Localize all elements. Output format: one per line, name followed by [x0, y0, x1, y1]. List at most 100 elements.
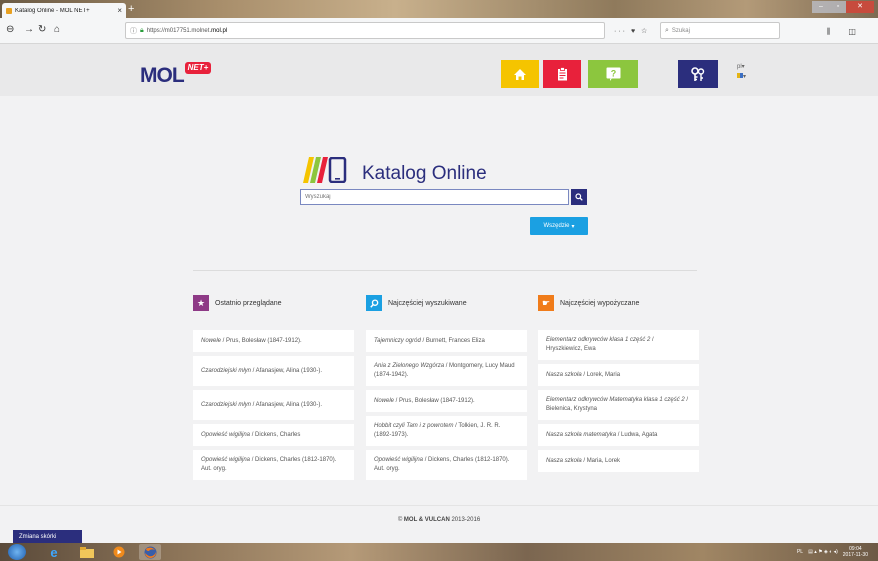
- home-button[interactable]: ⌂: [54, 23, 60, 37]
- book-author: / Burnett, Frances Eliza: [420, 337, 485, 344]
- book-title: Opowieść wigilijna: [201, 431, 251, 438]
- star-icon: ★: [193, 295, 209, 311]
- catalog-search-button[interactable]: [571, 189, 587, 205]
- chevron-down-icon: ▾: [743, 74, 747, 80]
- book-title: Opowieść wigilijna: [201, 457, 251, 463]
- home-tile-button[interactable]: [501, 60, 539, 88]
- catalog-logo-icon: [303, 157, 347, 183]
- list-item[interactable]: Tajemniczy ogród / Burnett, Frances Eliz…: [366, 330, 527, 352]
- browser-search-placeholder: Szukaj: [671, 27, 690, 34]
- column-heading-text: Ostatnio przeglądane: [215, 299, 282, 307]
- network-icon[interactable]: ▤ ▴ ⚑ ◈ ◐ ◂): [808, 549, 838, 555]
- list-item[interactable]: Nasza szkoła matematyka / Ludwa, Agata: [538, 424, 699, 446]
- tray-language[interactable]: PL: [797, 549, 803, 555]
- list-item[interactable]: Elementarz odkrywców klasa 1 część 2 / H…: [538, 330, 699, 360]
- footer-divider: [0, 505, 878, 506]
- start-button[interactable]: [8, 544, 26, 560]
- list-item[interactable]: Nowele / Prus, Bolesław (1847-1912).: [193, 330, 354, 352]
- maximize-button[interactable]: ▫: [830, 1, 846, 13]
- clock[interactable]: 09:04 2017-11-30: [843, 546, 868, 558]
- most-searched-heading: Najczęściej wyszukiwane: [366, 295, 467, 311]
- close-window-button[interactable]: ✕: [846, 1, 874, 13]
- windows-taskbar: e PL ▤ ▴ ⚑ ◈ ◐ ◂) 09:04 2017-11-30: [0, 543, 878, 561]
- favicon-icon: [6, 7, 12, 14]
- reload-button[interactable]: ↻: [38, 23, 46, 37]
- page-actions-icon[interactable]: ··· ♥ ☆: [614, 27, 649, 35]
- list-item[interactable]: Nasza szkoła / Lorek, Maria: [538, 364, 699, 386]
- keys-icon: [691, 66, 705, 81]
- site-header: [0, 44, 878, 96]
- home-icon: [514, 68, 526, 80]
- book-author: / Ludwa, Agata: [616, 431, 658, 438]
- list-item[interactable]: Nowele / Prus, Bolesław (1847-1912).: [366, 390, 527, 412]
- chevron-down-icon: ▾: [571, 223, 575, 230]
- forward-button[interactable]: →: [24, 23, 34, 37]
- column-heading-text: Najczęściej wyszukiwane: [388, 299, 467, 307]
- book-title: Ania z Zielonego Wzgórza: [374, 363, 445, 369]
- change-skin-button[interactable]: Zmiana skórki: [13, 530, 82, 544]
- list-item[interactable]: Ania z Zielonego Wzgórza / Montgomery, L…: [366, 356, 527, 386]
- browser-search-bar[interactable]: ⌕ Szukaj: [660, 22, 780, 39]
- book-title: Elementarz odkrywców klasa 1 część 2: [546, 337, 651, 343]
- help-icon: ?: [606, 67, 620, 81]
- logo-badge: NET+: [184, 62, 212, 74]
- clock-date: 2017-11-30: [842, 552, 868, 558]
- list-item[interactable]: Opowieść wigilijna / Dickens, Charles (1…: [366, 450, 527, 480]
- list-item[interactable]: Czarodziejski młyn / Afanasjew, Alina (1…: [193, 356, 354, 386]
- language-selector[interactable]: pl▾ ▾: [737, 62, 746, 82]
- book-author: / Prus, Bolesław (1847-1912).: [394, 397, 475, 404]
- tab-close-icon[interactable]: ×: [117, 6, 122, 15]
- help-tile-button[interactable]: ?: [588, 60, 638, 88]
- logo-text: MOL: [140, 64, 185, 87]
- book-title: Nasza szkoła matematyka: [546, 431, 617, 438]
- file-explorer-icon[interactable]: [76, 544, 98, 560]
- mol-logo[interactable]: MOL NET+: [140, 62, 212, 88]
- lock-icon: 🔒︎: [140, 26, 144, 34]
- clipboard-tile-button[interactable]: [543, 60, 581, 88]
- minimize-button[interactable]: –: [812, 1, 830, 13]
- list-item[interactable]: Elementarz odkrywców Matematyka klasa 1 …: [538, 390, 699, 420]
- search-scope-dropdown[interactable]: Wszędzie ▾: [530, 217, 588, 235]
- book-author: / Afanasjew, Alina (1930-).: [251, 367, 323, 374]
- browser-titlebar: Katalog Online - MOL NET+ × + – ▫ ✕: [0, 0, 878, 18]
- copyright: © MOL & VULCAN 2013-2016: [0, 517, 878, 523]
- login-tile-button[interactable]: [678, 60, 718, 88]
- browser-navbar: ⊖ → ↻ ⌂ ⓘ 🔒︎ https://m017751.molnet.mol.…: [0, 18, 878, 44]
- new-tab-button[interactable]: +: [128, 3, 134, 15]
- recently-viewed-heading: ★ Ostatnio przeglądane: [193, 295, 282, 311]
- back-button[interactable]: ⊖: [6, 23, 14, 37]
- list-item[interactable]: Nasza szkoła / Maria, Lorek: [538, 450, 699, 472]
- list-item[interactable]: Opowieść wigilijna / Dickens, Charles (1…: [193, 450, 354, 480]
- url-bar[interactable]: ⓘ 🔒︎ https://m017751.molnet.mol.pl: [125, 22, 605, 39]
- clipboard-icon: [557, 67, 567, 81]
- recently-viewed-list: Nowele / Prus, Bolesław (1847-1912). Cza…: [193, 330, 354, 480]
- tab-title: Katalog Online - MOL NET+: [15, 7, 90, 14]
- chevron-down-icon: ▾: [741, 64, 745, 70]
- list-item[interactable]: Opowieść wigilijna / Dickens, Charles: [193, 424, 354, 446]
- search-scope-label: Wszędzie: [543, 223, 570, 229]
- info-icon[interactable]: ⓘ: [130, 26, 137, 36]
- book-title: Nowele: [374, 397, 395, 404]
- internet-explorer-icon[interactable]: e: [43, 544, 65, 560]
- list-item[interactable]: Czarodziejski młyn / Afanasjew, Alina (1…: [193, 390, 354, 420]
- book-title: Opowieść wigilijna: [374, 457, 424, 463]
- url-text: https://m017751.molnet.mol.pl: [146, 27, 228, 34]
- book-title: Czarodziejski młyn: [201, 401, 252, 408]
- browser-tab[interactable]: Katalog Online - MOL NET+ ×: [2, 3, 126, 18]
- copyright-years: 2013-2016: [449, 517, 481, 523]
- hand-icon: ☛: [538, 295, 554, 311]
- list-item[interactable]: Hobbit czyli Tam i z powrotem / Tolkien,…: [366, 416, 527, 446]
- book-title: Elementarz odkrywców Matematyka klasa 1 …: [546, 397, 685, 403]
- most-borrowed-heading: ☛ Najczęściej wypożyczane: [538, 295, 639, 311]
- library-sidebar-icon[interactable]: ⫼ ◫: [827, 27, 864, 37]
- firefox-icon[interactable]: [139, 544, 161, 560]
- search-icon: [575, 193, 583, 201]
- divider: [193, 270, 697, 271]
- book-author: / Afanasjew, Alina (1930-).: [251, 401, 323, 408]
- copyright-brand: MOL & VULCAN: [403, 517, 450, 523]
- media-player-icon[interactable]: [108, 544, 130, 560]
- catalog-search-input[interactable]: [300, 189, 569, 205]
- book-title: Nasza szkoła: [546, 371, 582, 378]
- search-icon: ⌕: [665, 26, 669, 34]
- book-title: Nowele: [201, 337, 222, 344]
